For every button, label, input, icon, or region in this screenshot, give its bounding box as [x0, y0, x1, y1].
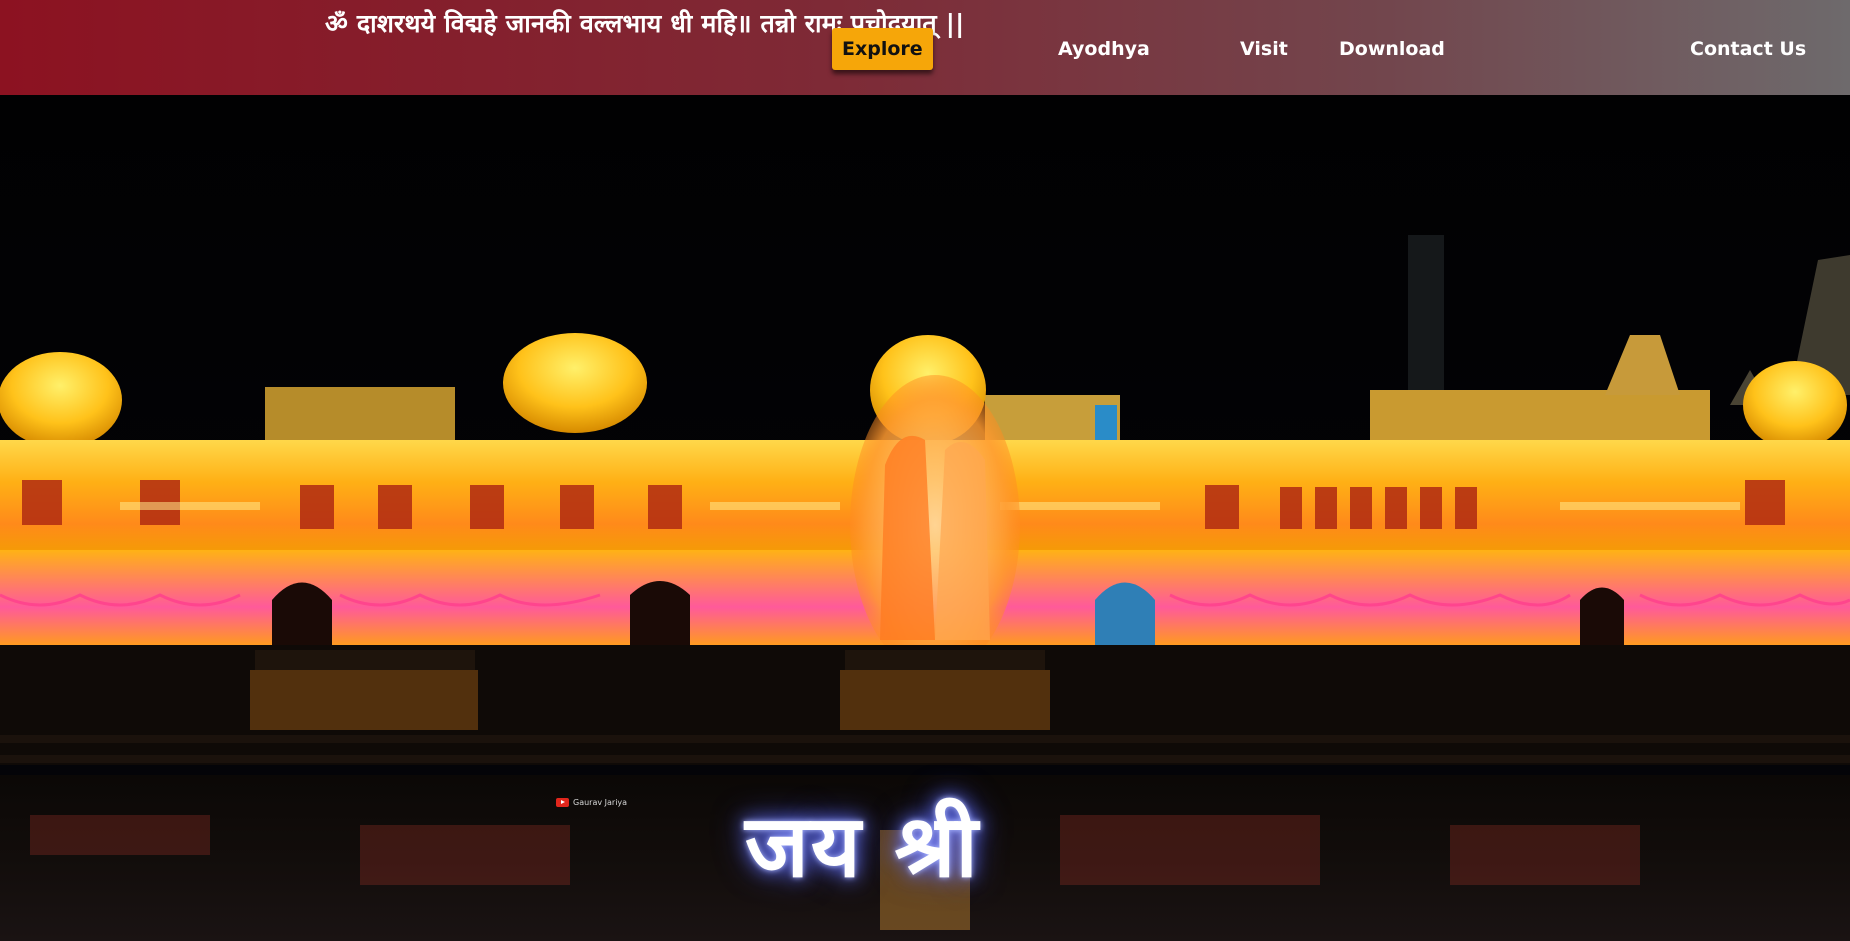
page: ॐ दाशरथये विद्महे जानकी वल्लभाय धी महि॥ … [0, 0, 1850, 941]
hero-video[interactable]: Gaurav Jariya जय श्री [0, 95, 1850, 941]
youtube-icon [556, 797, 569, 807]
hero-title: जय श्री [745, 797, 980, 897]
nav-ayodhya-link[interactable]: Ayodhya [1058, 28, 1150, 70]
watermark-text: Gaurav Jariya [573, 797, 628, 807]
nav-explore-button[interactable]: Explore [832, 28, 933, 70]
nav-download-link[interactable]: Download [1339, 28, 1445, 70]
video-watermark: Gaurav Jariya [556, 795, 627, 809]
nav-contact-link[interactable]: Contact Us [1690, 28, 1806, 70]
nav-visit-link[interactable]: Visit [1240, 28, 1288, 70]
site-header: ॐ दाशरथये विद्महे जानकी वल्लभाय धी महि॥ … [0, 0, 1850, 95]
